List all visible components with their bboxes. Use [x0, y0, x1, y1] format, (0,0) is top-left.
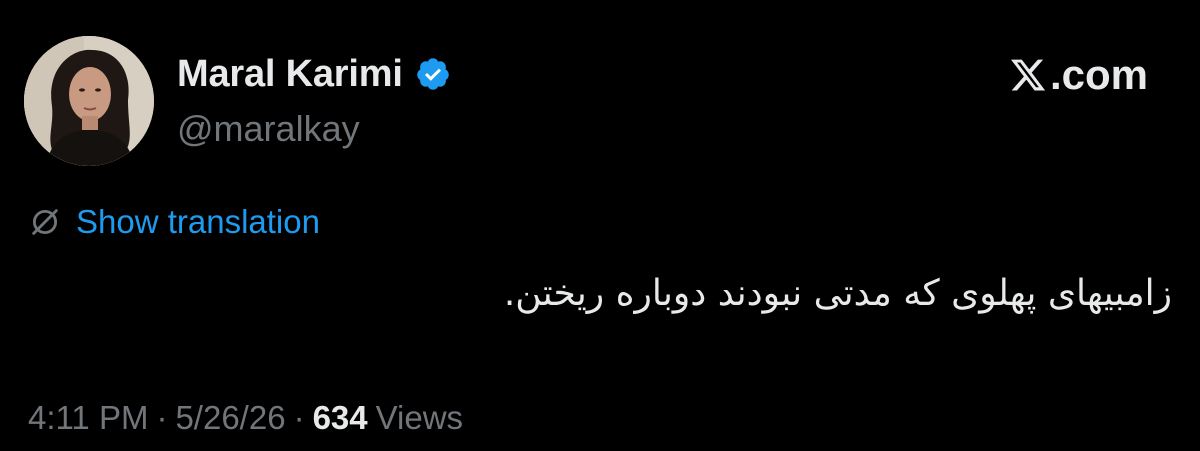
translate-globe-icon — [28, 205, 62, 239]
source-label: .com — [1008, 51, 1148, 98]
author-handle[interactable]: @maralkay — [177, 108, 360, 150]
verified-badge-icon[interactable] — [415, 56, 451, 92]
tweet-meta: 4:11 PM · 5/26/26 · 634 Views — [28, 396, 463, 440]
show-translation-button[interactable]: Show translation — [28, 202, 320, 242]
tweet-date[interactable]: 5/26/26 — [175, 399, 285, 437]
show-translation-label[interactable]: Show translation — [76, 203, 320, 241]
source-domain: .com — [1049, 51, 1148, 98]
views-label: Views — [375, 399, 464, 436]
tweet-time[interactable]: 4:11 PM — [28, 399, 148, 437]
meta-separator: · — [156, 399, 168, 436]
views-count: 634 — [312, 399, 368, 436]
tweet-card: Maral Karimi @maralkay .com Show transla… — [0, 0, 1200, 451]
author-name-row: Maral Karimi — [177, 50, 451, 98]
avatar-photo — [24, 36, 154, 166]
display-name[interactable]: Maral Karimi — [177, 53, 403, 96]
x-logo-icon — [1008, 56, 1048, 94]
avatar[interactable] — [24, 36, 154, 166]
tweet-text: زامبیهای پهلوی که مدتی نبودند دوباره ریخ… — [503, 273, 1172, 314]
meta-separator-2: · — [293, 399, 305, 436]
